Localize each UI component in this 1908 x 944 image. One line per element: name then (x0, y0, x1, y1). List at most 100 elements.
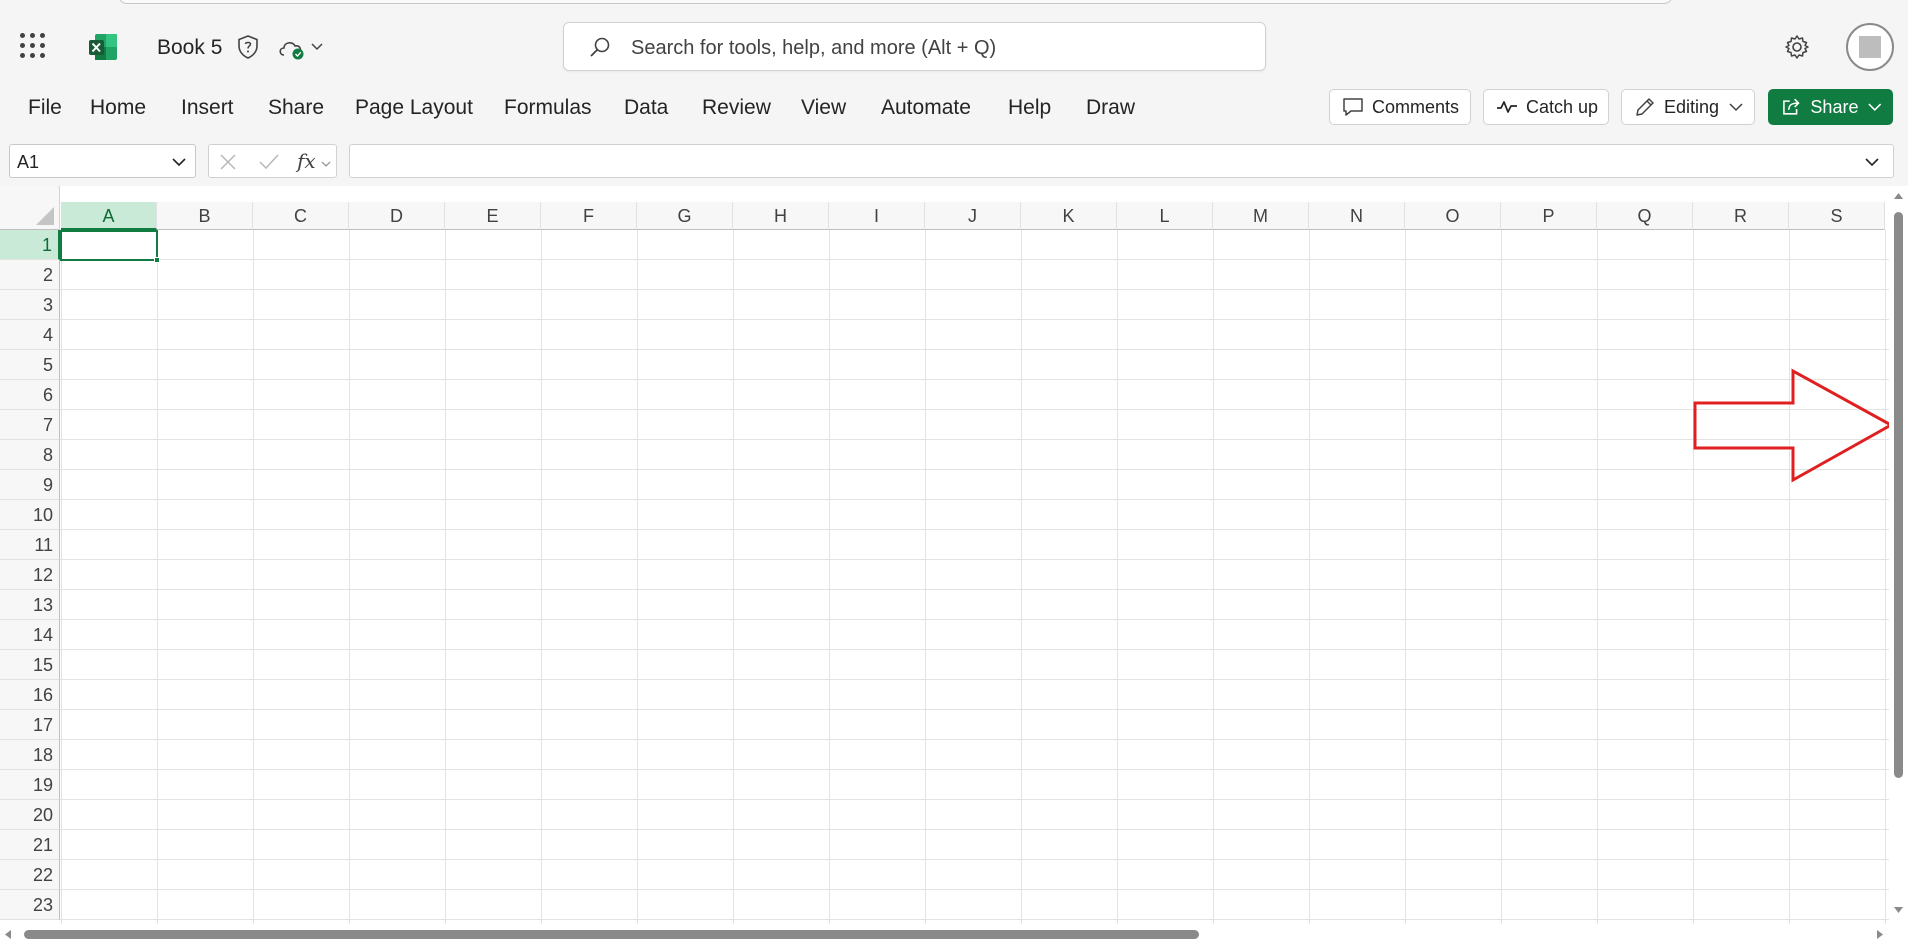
scroll-up-icon[interactable] (1893, 192, 1904, 200)
excel-logo-icon (89, 34, 117, 60)
account-avatar[interactable] (1846, 23, 1894, 71)
tab-review[interactable]: Review (702, 96, 771, 120)
row-header-12[interactable]: 12 (0, 560, 60, 590)
chevron-down-icon[interactable] (310, 40, 324, 52)
column-header-p[interactable]: P (1501, 202, 1597, 230)
select-all-corner[interactable] (0, 186, 60, 230)
row-header-20[interactable]: 20 (0, 800, 60, 830)
row-header-14[interactable]: 14 (0, 620, 60, 650)
formula-input[interactable] (349, 144, 1894, 178)
column-header-n[interactable]: N (1309, 202, 1405, 230)
column-header-s[interactable]: S (1789, 202, 1885, 230)
row-header-8[interactable]: 8 (0, 440, 60, 470)
column-header-a[interactable]: A (61, 202, 157, 230)
column-header-h[interactable]: H (733, 202, 829, 230)
row-header-11[interactable]: 11 (0, 530, 60, 560)
column-header-j[interactable]: J (925, 202, 1021, 230)
tab-file[interactable]: File (28, 96, 62, 120)
worksheet-grid[interactable]: ABCDEFGHIJKLMNOPQRS 1 2 3 4 5 6 7 8 9 10 11 12 13 14 1… (0, 186, 1908, 928)
search-box[interactable]: Search for tools, help, and more (Alt + … (563, 22, 1266, 71)
row-header-18[interactable]: 18 (0, 740, 60, 770)
chevron-down-icon[interactable] (321, 160, 331, 168)
column-header-b[interactable]: B (157, 202, 253, 230)
insert-function-button[interactable]: fx (297, 149, 316, 173)
tab-share[interactable]: Share (268, 96, 324, 120)
sensitivity-shield-icon[interactable] (236, 34, 260, 60)
column-header-r[interactable]: R (1693, 202, 1789, 230)
column-header-k[interactable]: K (1021, 202, 1117, 230)
comments-button[interactable]: Comments (1329, 89, 1471, 125)
tab-view[interactable]: View (801, 96, 846, 120)
column-header-m[interactable]: M (1213, 202, 1309, 230)
row-header-13[interactable]: 13 (0, 590, 60, 620)
tab-home[interactable]: Home (90, 96, 146, 120)
row-header-7[interactable]: 7 (0, 410, 60, 440)
chevron-down-icon[interactable] (171, 157, 187, 167)
horizontal-scrollbar[interactable] (0, 924, 1908, 944)
tab-data[interactable]: Data (624, 96, 668, 120)
row-header-22[interactable]: 22 (0, 860, 60, 890)
column-header-f[interactable]: F (541, 202, 637, 230)
tab-insert[interactable]: Insert (181, 96, 234, 120)
row-header-6[interactable]: 6 (0, 380, 60, 410)
formula-actions: fx (208, 144, 337, 178)
workbook-title[interactable]: Book 5 (157, 36, 222, 60)
fill-handle[interactable] (154, 257, 160, 263)
scroll-right-icon[interactable] (1876, 929, 1884, 940)
select-all-triangle-icon (36, 207, 54, 225)
vertical-scrollbar[interactable] (1889, 186, 1908, 928)
red-annotation-arrow (1693, 368, 1895, 483)
cloud-saved-icon[interactable] (276, 36, 310, 60)
vertical-scroll-thumb[interactable] (1894, 212, 1903, 778)
column-header-c[interactable]: C (253, 202, 349, 230)
horizontal-scroll-thumb[interactable] (24, 930, 1199, 939)
row-header-2[interactable]: 2 (0, 260, 60, 290)
tab-automate[interactable]: Automate (881, 96, 971, 120)
editing-label: Editing (1664, 96, 1720, 117)
row-header-5[interactable]: 5 (0, 350, 60, 380)
catch-up-icon (1497, 101, 1517, 113)
scroll-left-icon[interactable] (4, 929, 12, 940)
row-header-3[interactable]: 3 (0, 290, 60, 320)
row-header-4[interactable]: 4 (0, 320, 60, 350)
row-header-10[interactable]: 10 (0, 500, 60, 530)
cell-area[interactable] (60, 230, 1889, 928)
catch-up-button[interactable]: Catch up (1483, 89, 1609, 125)
row-header-21[interactable]: 21 (0, 830, 60, 860)
column-header-l[interactable]: L (1117, 202, 1213, 230)
name-box[interactable]: A1 (9, 144, 196, 178)
row-header-9[interactable]: 9 (0, 470, 60, 500)
column-header-e[interactable]: E (445, 202, 541, 230)
column-header-g[interactable]: G (637, 202, 733, 230)
browser-address-bar-edge (118, 0, 1673, 4)
tab-help[interactable]: Help (1008, 96, 1051, 120)
share-icon (1783, 98, 1800, 115)
name-box-value: A1 (17, 152, 40, 172)
column-header-i[interactable]: I (829, 202, 925, 230)
row-header-19[interactable]: 19 (0, 770, 60, 800)
title-bar: Book 5 Search for tools, help, and more … (0, 0, 1908, 82)
tab-formulas[interactable]: Formulas (504, 96, 592, 120)
row-header-1[interactable]: 1 (0, 230, 60, 260)
expand-formula-bar-icon[interactable] (1863, 156, 1881, 168)
scroll-down-icon[interactable] (1893, 906, 1904, 914)
row-header-16[interactable]: 16 (0, 680, 60, 710)
tab-draw[interactable]: Draw (1086, 96, 1135, 120)
pencil-icon (1636, 98, 1654, 116)
row-header-15[interactable]: 15 (0, 650, 60, 680)
column-header-d[interactable]: D (349, 202, 445, 230)
cancel-icon[interactable] (218, 152, 238, 172)
catch-up-label: Catch up (1526, 96, 1599, 117)
comment-icon (1343, 98, 1363, 116)
row-header-23[interactable]: 23 (0, 890, 60, 920)
column-header-o[interactable]: O (1405, 202, 1501, 230)
column-header-q[interactable]: Q (1597, 202, 1693, 230)
share-button[interactable]: Share (1768, 89, 1893, 125)
tab-page-layout[interactable]: Page Layout (355, 96, 473, 120)
active-cell-A1[interactable] (60, 230, 160, 263)
row-header-17[interactable]: 17 (0, 710, 60, 740)
enter-check-icon[interactable] (258, 152, 280, 172)
editing-mode-button[interactable]: Editing (1621, 89, 1755, 125)
app-launcher-icon[interactable] (20, 33, 46, 59)
settings-gear-icon[interactable] (1783, 33, 1811, 61)
